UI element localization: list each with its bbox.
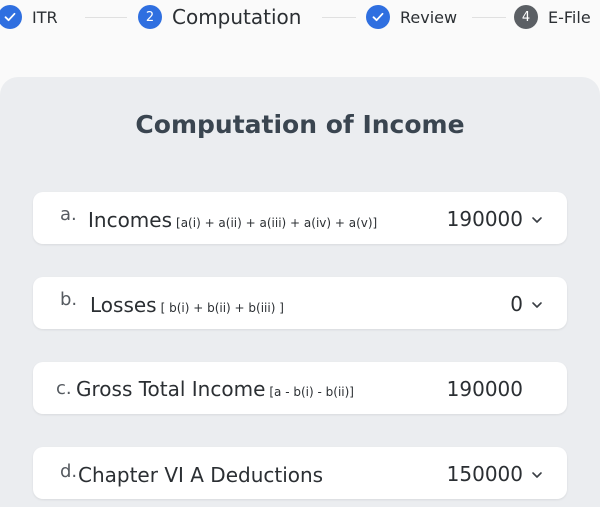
row-letter: b. — [60, 289, 78, 310]
row-value: 150000 — [446, 462, 523, 486]
row-label-text: Incomes — [88, 208, 173, 232]
row-value: 190000 — [446, 377, 523, 401]
step-number: 2 — [138, 5, 162, 29]
step-label: E-File — [548, 7, 591, 27]
row-label-text: Gross Total Income — [76, 377, 266, 401]
step-itr[interactable]: ITR — [0, 4, 58, 30]
row-label: Losses[ b(i) + b(ii) + b(iii) ] — [90, 293, 284, 317]
chevron-down-icon[interactable] — [531, 299, 543, 311]
row-label-text: Chapter VI A Deductions — [78, 463, 324, 487]
row-label: Gross Total Income [a - b(i) - b(ii)] — [76, 377, 354, 401]
chevron-down-icon[interactable] — [531, 214, 543, 226]
row-letter: c. — [56, 378, 72, 399]
step-number: 4 — [514, 5, 538, 29]
row-formula: [ b(i) + b(ii) + b(iii) ] — [160, 301, 284, 315]
row-incomes[interactable]: a. Incomes [a(i) + a(ii) + a(iii) + a(iv)… — [33, 192, 567, 244]
progress-stepper: ITR 2 Computation Review 4 E-File — [0, 0, 600, 36]
row-chapter-vi-a-deductions[interactable]: d. Chapter VI A Deductions 150000 — [33, 447, 567, 499]
row-formula: [a - b(i) - b(ii)] — [269, 385, 354, 399]
step-label-active: Computation — [172, 5, 302, 29]
step-connector — [472, 17, 506, 18]
step-review[interactable]: Review — [366, 4, 457, 30]
row-label-text: Losses — [90, 293, 157, 317]
row-value: 190000 — [446, 207, 523, 231]
step-connector — [85, 17, 127, 18]
row-letter: a. — [60, 204, 77, 225]
step-efile[interactable]: 4 E-File — [514, 4, 591, 30]
chevron-down-icon[interactable] — [531, 469, 543, 481]
row-formula: [a(i) + a(ii) + a(iii) + a(iv) + a(v)] — [176, 216, 378, 230]
row-losses[interactable]: b. Losses[ b(i) + b(ii) + b(iii) ] 0 — [33, 277, 567, 329]
row-label: Incomes [a(i) + a(ii) + a(iii) + a(iv) + … — [88, 208, 377, 232]
check-icon — [366, 5, 390, 29]
row-gross-total-income: c. Gross Total Income [a - b(i) - b(ii)] … — [33, 362, 567, 414]
step-label: Review — [400, 7, 458, 27]
row-label: Chapter VI A Deductions — [78, 463, 323, 487]
row-value: 0 — [510, 292, 523, 316]
page-title: Computation of Income — [135, 110, 465, 139]
step-computation[interactable]: 2 Computation — [138, 4, 301, 30]
row-letter: d. — [60, 461, 78, 482]
check-icon — [0, 5, 22, 29]
step-label: ITR — [32, 7, 58, 27]
step-connector — [322, 17, 356, 18]
